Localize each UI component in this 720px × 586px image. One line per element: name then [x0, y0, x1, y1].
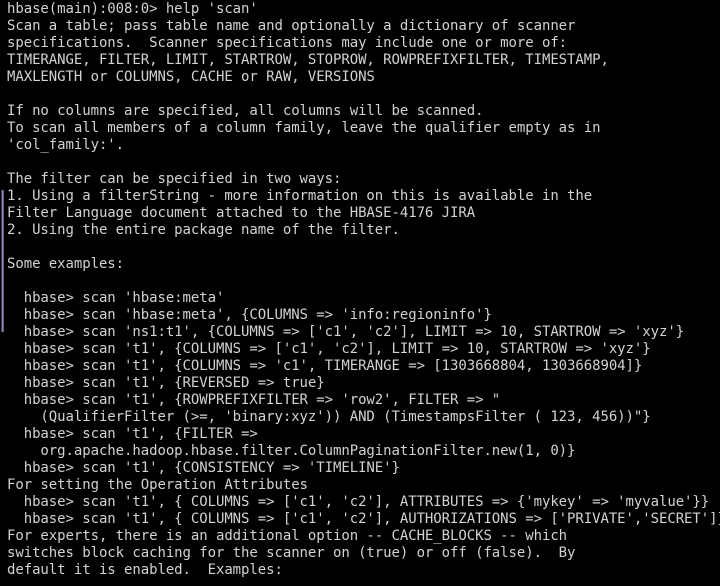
output-line: default it is enabled. Examples: [7, 562, 283, 578]
output-line: 2. Using the entire package name of the … [7, 222, 400, 238]
output-line: Scan a table; pass table name and option… [7, 18, 576, 34]
output-line: For experts, there is an additional opti… [7, 528, 568, 544]
output-line: hbase> scan 't1', {COLUMNS => ['c1', 'c2… [7, 341, 651, 357]
output-line: Some examples: [7, 256, 125, 272]
output-line: hbase> scan 't1', {REVERSED => true} [7, 375, 325, 391]
terminal-output[interactable]: hbase(main):008:0> help 'scan' Scan a tab… [0, 0, 720, 586]
output-line: hbase> scan 't1', { COLUMNS => ['c1', 'c… [7, 494, 710, 510]
output-line: specifications. Scanner specifications m… [7, 35, 568, 51]
output-line: hbase> scan 't1', {COLUMNS => 'c1', TIME… [7, 358, 643, 374]
output-line: If no columns are specified, all columns… [7, 103, 484, 119]
output-line: hbase> scan 't1', {FILTER => [7, 426, 258, 442]
output-line: The filter can be specified in two ways: [7, 171, 342, 187]
output-line: MAXLENGTH or COLUMNS, CACHE or RAW, VERS… [7, 69, 375, 85]
output-line: hbase> scan 'hbase:meta' [7, 290, 225, 306]
output-line: hbase> scan 't1', { COLUMNS => ['c1', 'c… [7, 511, 720, 527]
terminal-window[interactable]: hbase(main):008:0> help 'scan' Scan a tab… [0, 0, 720, 586]
output-line: hbase> scan 't1', {ROWPREFIXFILTER => 'r… [7, 392, 501, 408]
scrollbar-thumb[interactable] [1, 190, 4, 332]
output-line: Filter Language document attached to the… [7, 205, 476, 221]
output-line: hbase> scan 't1', {CONSISTENCY => 'TIMEL… [7, 460, 400, 476]
output-line: To scan all members of a column family, … [7, 120, 601, 136]
output-line: hbase> scan 'ns1:t1', {COLUMNS => ['c1',… [7, 324, 685, 340]
vertical-scrollbar[interactable] [0, 0, 5, 586]
output-line: 'col_family:'. [7, 137, 125, 153]
output-line: switches block caching for the scanner o… [7, 545, 576, 561]
output-line: For setting the Operation Attributes [7, 477, 308, 493]
output-line: TIMERANGE, FILTER, LIMIT, STARTROW, STOP… [7, 52, 609, 68]
prompt-line: hbase(main):008:0> help 'scan' [7, 1, 258, 17]
output-line: hbase> scan 'hbase:meta', {COLUMNS => 'i… [7, 307, 492, 323]
output-line: 1. Using a filterString - more informati… [7, 188, 593, 204]
output-line: (QualifierFilter (>=, 'binary:xyz')) AND… [7, 409, 651, 425]
output-line: org.apache.hadoop.hbase.filter.ColumnPag… [7, 443, 576, 459]
